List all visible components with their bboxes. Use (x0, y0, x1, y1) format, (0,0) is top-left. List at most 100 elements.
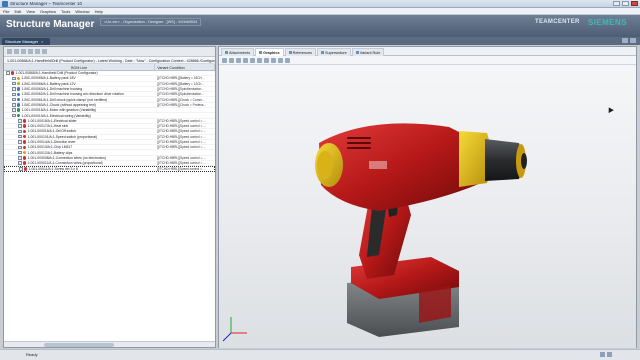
scrollbar-thumb[interactable] (44, 343, 114, 347)
row-checkbox[interactable] (18, 119, 22, 123)
bom-line-cell: 1-001-000101/A;1-Speed switch (proportio… (4, 135, 155, 139)
tab-label: Variant Rule (359, 50, 381, 55)
shaded-icon[interactable] (257, 57, 262, 63)
attachments-icon (225, 51, 228, 54)
menu-edit[interactable]: Edit (14, 9, 21, 14)
page-title: Structure Manager (6, 19, 95, 30)
bom-line-cell: 1-BIC-000066/A;1-Battery pack 12V (4, 82, 155, 86)
menu-tools[interactable]: Tools (61, 9, 70, 14)
graphics-icon (259, 51, 263, 54)
minimize-button[interactable] (613, 1, 620, 6)
menu-window[interactable]: Window (75, 9, 89, 14)
row-checkbox[interactable] (12, 108, 16, 112)
row-checkbox[interactable] (18, 134, 22, 139)
horizontal-scrollbar[interactable] (4, 341, 215, 347)
bom-toolbar (4, 47, 215, 57)
bom-line-cell: 1-001-000008/A;1-Connection wires (no el… (4, 156, 155, 160)
bom-line-label: 1-001-00018/A;1-Electrical slider (27, 118, 77, 123)
column-header-variant-condition[interactable]: Variant Condition (155, 64, 215, 70)
row-checkbox[interactable] (18, 161, 22, 165)
maximize-icon[interactable] (630, 38, 636, 43)
notification-icon[interactable] (600, 352, 605, 357)
row-checkbox[interactable] (12, 113, 16, 118)
menu-graphics[interactable]: Graphics (40, 9, 56, 14)
bom-line-cell: 1-001-00014/A;1-Direction lever (4, 140, 155, 144)
maximize-button[interactable] (622, 1, 629, 6)
bom-line-label: 1-001-000019/A;1-Electrical wiring (Vari… (21, 113, 91, 118)
tab-variant-rule[interactable]: Variant Rule (351, 48, 385, 56)
variant-condition-cell: [[ITCHD:HBRL][Speed control = ... (157, 134, 206, 139)
row-checkbox[interactable] (18, 145, 22, 150)
item-revision-icon (23, 167, 27, 171)
item-revision-icon (22, 129, 26, 134)
fit-icon[interactable] (250, 57, 255, 63)
row-checkbox[interactable] (18, 129, 22, 134)
context-selector[interactable]: <Un-ver> - Organization - Designer - [WS… (100, 18, 202, 26)
collapse-icon[interactable] (14, 49, 19, 54)
tab-supersedure[interactable]: Supersedure (317, 48, 351, 56)
row-checkbox[interactable] (12, 92, 16, 97)
menu-help[interactable]: Help (95, 9, 103, 14)
item-revision-icon (22, 150, 26, 155)
bom-line-cell: 1-001-00018/A;1-Electrical slider (4, 119, 155, 123)
item-revision-icon (10, 71, 14, 75)
graphics-toolbar (219, 56, 636, 65)
row-checkbox[interactable] (12, 97, 16, 102)
item-revision-icon (16, 97, 20, 102)
menu-bar: File Edit View Graphics Tools Window Hel… (0, 8, 640, 15)
markup-icon[interactable] (285, 57, 290, 63)
view-controls (622, 38, 636, 43)
variant-condition-cell: [[ITCHD:HBRL][Battery = 12Ch... (157, 81, 204, 86)
measure-icon[interactable] (278, 57, 283, 63)
table-row[interactable]: 1-001-00011/A;1-Screw din 3 x 8 [[ITCHD:H… (4, 166, 215, 172)
row-checkbox[interactable] (18, 156, 22, 160)
rotate-icon[interactable] (236, 57, 241, 63)
column-header-bom-line[interactable]: BOM Line (4, 64, 156, 70)
tab-label: Attachments (229, 50, 251, 55)
find-icon[interactable] (35, 49, 40, 54)
expand-icon[interactable] (7, 49, 12, 54)
row-checkbox[interactable] (18, 140, 22, 144)
context-breadcrumb: <Un-ver> - Organization - Designer - [WS… (100, 18, 202, 26)
settings-icon[interactable] (42, 49, 47, 54)
section-icon[interactable] (271, 57, 276, 63)
item-revision-icon (16, 113, 20, 118)
row-checkbox[interactable] (12, 103, 16, 107)
tab-references[interactable]: References (284, 48, 316, 56)
refresh-icon[interactable] (28, 49, 33, 54)
row-checkbox[interactable] (12, 87, 16, 91)
select-icon[interactable] (222, 57, 227, 63)
filter-icon[interactable] (21, 49, 26, 54)
menu-file[interactable]: File (3, 9, 9, 14)
bom-line-cell: 1-BIC-000061/A;1-Drill chuck (quick clam… (4, 98, 155, 102)
pan-icon[interactable] (229, 57, 234, 63)
window-title: Structure Manager – Teamcenter 10 (10, 1, 82, 6)
menu-view[interactable]: View (26, 9, 35, 14)
close-icon[interactable]: × (41, 39, 43, 44)
references-icon (288, 51, 292, 54)
tab-label: Supersedure (325, 50, 347, 55)
restore-icon[interactable] (622, 38, 628, 43)
tab-structure-manager[interactable]: Structure Manager × (2, 38, 50, 45)
tab-graphics[interactable]: Graphics (255, 48, 284, 56)
row-checkbox[interactable] (12, 76, 16, 81)
zoom-icon[interactable] (243, 57, 248, 63)
row-checkbox[interactable] (6, 71, 10, 75)
tab-attachments[interactable]: Attachments (221, 48, 255, 56)
close-window-button[interactable] (631, 1, 638, 6)
bom-line-label: 1-001-000008/A;1-Connection wires (no el… (27, 155, 106, 160)
bom-line-cell: 1-001-00868/A;1-Handheld Drill (Product … (4, 71, 155, 75)
row-checkbox[interactable] (18, 124, 22, 128)
bom-line-label: 1-BIC-000065/A;1-Battery pack 18V (21, 76, 76, 81)
row-checkbox[interactable] (12, 81, 16, 86)
drill-model[interactable] (219, 65, 636, 348)
bom-line-label: 1-BIC-000066/A;1-Battery pack 12V (21, 81, 76, 86)
row-checkbox[interactable] (18, 150, 22, 155)
row-checkbox[interactable] (19, 167, 23, 171)
wireframe-icon[interactable] (264, 57, 269, 63)
info-icon[interactable] (607, 352, 612, 357)
bom-line-label: 1-BIC-000063/A;1-Drill machine housing (21, 87, 83, 92)
3d-viewport[interactable] (219, 65, 636, 348)
bom-line-label: 1-001-00012/A;1-Battery clips (27, 150, 73, 155)
bom-line-label: 1-001-00013/A;1-Chip LM317 (27, 145, 73, 150)
